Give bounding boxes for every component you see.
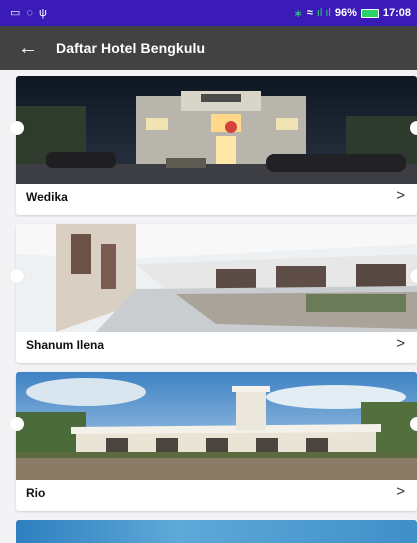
status-right-icons: ∗ ≈ ıl ıl 96% 17:08 — [294, 7, 412, 20]
shield-icon: ◌ — [26, 6, 33, 19]
usb-icon: ψ — [38, 6, 47, 19]
side-notch — [10, 269, 24, 283]
arrow-left-icon[interactable]: ← — [0, 26, 56, 70]
side-notch — [410, 417, 417, 431]
signal-icon: ıl ıl — [316, 7, 331, 19]
gallery-icon: ▭ — [10, 6, 21, 19]
clock: 17:08 — [382, 7, 411, 19]
hotel-photo-wedika — [16, 76, 417, 184]
bluetooth-icon: ∗ — [293, 7, 303, 20]
page-title: Daftar Hotel Bengkulu — [56, 40, 206, 56]
hotel-name: Shanum Ilena — [26, 338, 105, 352]
hotel-card-shanum-ilena[interactable]: Shanum Ilena > — [16, 224, 417, 363]
status-bar: ▭ ◌ ψ ∗ ≈ ıl ıl 96% 17:08 — [0, 0, 417, 26]
chevron-right-icon[interactable]: > — [396, 483, 405, 500]
battery-percent: 96% — [334, 7, 357, 19]
hotel-name: Rio — [26, 486, 46, 500]
side-notch — [10, 121, 24, 135]
hotel-name: Wedika — [26, 190, 68, 204]
chevron-right-icon[interactable]: > — [396, 335, 405, 352]
side-notch — [10, 417, 24, 431]
hotel-card-wedika[interactable]: Wedika > — [16, 76, 417, 215]
hotel-photo-shanum-ilena — [16, 224, 417, 332]
wifi-icon: ≈ — [306, 7, 313, 19]
battery-icon — [360, 8, 379, 18]
side-notch — [410, 121, 417, 135]
hotel-card-rio[interactable]: Rio > — [16, 372, 417, 511]
chevron-right-icon[interactable]: > — [396, 187, 405, 204]
hotel-photo-rio — [16, 372, 417, 480]
hotel-list[interactable]: Wedika > Shanum Ilena > Rio > — [0, 70, 417, 543]
status-left-icons: ▭ ◌ ψ — [10, 6, 47, 19]
app-bar: ← Daftar Hotel Bengkulu — [0, 26, 417, 70]
hotel-card-partial[interactable] — [16, 520, 417, 543]
side-notch — [410, 269, 417, 283]
